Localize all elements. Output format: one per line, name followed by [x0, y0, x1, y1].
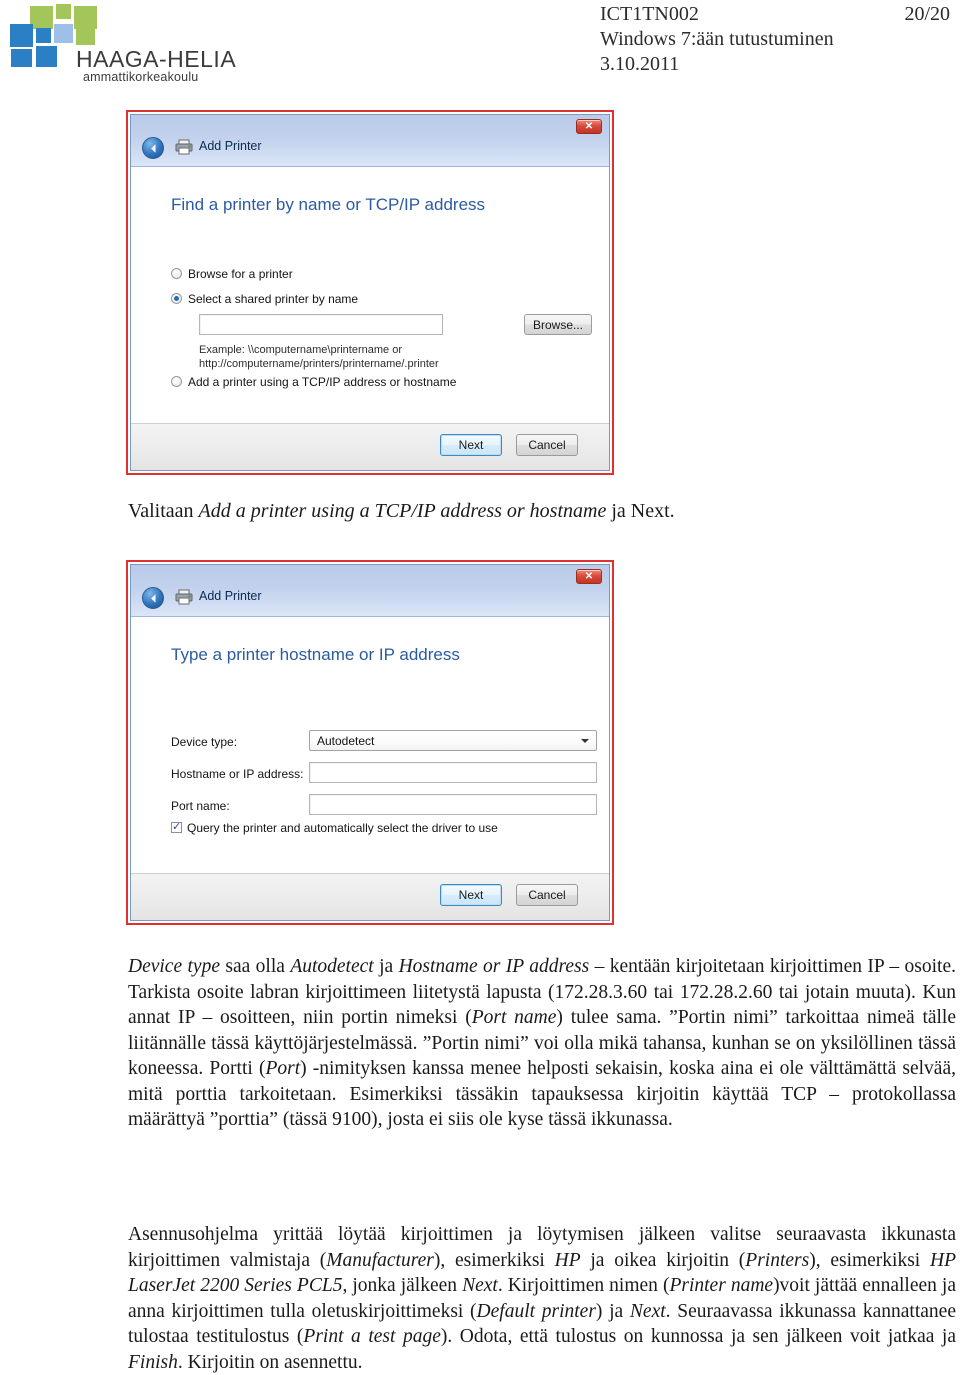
- figure-caption-1: Valitaan Add a printer using a TCP/IP ad…: [128, 498, 928, 524]
- page-number: 20/20: [904, 3, 950, 25]
- shared-printer-example-hint: Example: \\computername\printername or h…: [199, 344, 439, 370]
- hostname-input[interactable]: [309, 762, 597, 783]
- dialog-title-label: Add Printer: [199, 139, 262, 153]
- document-date: 3.10.2011: [600, 53, 680, 75]
- caption-emphasis: Add a printer using a TCP/IP address or …: [198, 500, 607, 522]
- cancel-label: Cancel: [528, 888, 566, 902]
- shared-printer-name-input[interactable]: [199, 314, 443, 335]
- radio-select-shared-printer[interactable]: Select a shared printer by name: [171, 292, 358, 306]
- dialog-inner-frame: Add Printer ✕ Find a printer by name or …: [130, 114, 610, 471]
- dialog-footer: Next Cancel: [131, 873, 609, 920]
- page-header: HAAGA-HELIA ammattikorkeakoulu ICT1TN002…: [0, 0, 960, 95]
- dialog-title-bar: Add Printer ✕: [131, 115, 609, 167]
- printer-icon: [175, 589, 193, 605]
- radio-browse-for-printer[interactable]: Browse for a printer: [171, 267, 293, 281]
- dialog-footer: Next Cancel: [131, 423, 609, 470]
- browse-button[interactable]: Browse...: [524, 314, 592, 335]
- dialog-inner-frame: Add Printer ✕ Type a printer hostname or…: [130, 564, 610, 921]
- document-header-info: ICT1TN002 20/20 Windows 7:ään tutustumin…: [600, 2, 950, 77]
- next-button[interactable]: Next: [440, 434, 502, 456]
- query-printer-label: Query the printer and automatically sele…: [187, 821, 498, 835]
- dialog-body: Type a printer hostname or IP address De…: [131, 617, 609, 873]
- caption-pre: Valitaan: [128, 500, 199, 522]
- course-code: ICT1TN002: [600, 3, 699, 25]
- dialog-body: Find a printer by name or TCP/IP address…: [131, 167, 609, 423]
- device-type-value: Autodetect: [317, 734, 375, 748]
- document-title: Windows 7:ään tutustuminen: [600, 28, 834, 50]
- close-glyph: ✕: [584, 120, 594, 132]
- logo-name: HAAGA-HELIA: [76, 46, 237, 72]
- device-type-label: Device type:: [171, 735, 238, 749]
- caption-post: ja Next.: [606, 500, 675, 522]
- course-code-line: ICT1TN002 20/20: [600, 2, 950, 27]
- chevron-down-icon: [581, 739, 589, 743]
- hostname-label: Hostname or IP address:: [171, 767, 304, 781]
- close-icon[interactable]: ✕: [576, 569, 602, 584]
- printer-icon: [175, 139, 193, 155]
- cancel-button[interactable]: Cancel: [516, 884, 578, 906]
- radio-indicator: [171, 376, 182, 387]
- next-label: Next: [458, 888, 484, 902]
- dialog-heading: Find a printer by name or TCP/IP address: [171, 195, 486, 214]
- checkbox-indicator: [171, 820, 182, 833]
- add-printer-dialog-find[interactable]: Add Printer ✕ Find a printer by name or …: [126, 110, 614, 475]
- add-printer-dialog-hostname[interactable]: Add Printer ✕ Type a printer hostname or…: [126, 560, 614, 925]
- next-button[interactable]: Next: [440, 884, 502, 906]
- logo-subtitle: ammattikorkeakoulu: [83, 70, 199, 84]
- radio-add-printer-tcpip[interactable]: Add a printer using a TCP/IP address or …: [171, 375, 456, 389]
- port-name-label: Port name:: [171, 799, 230, 813]
- query-printer-checkbox[interactable]: Query the printer and automatically sele…: [171, 820, 498, 835]
- back-arrow-icon[interactable]: [142, 137, 164, 159]
- haaga-helia-logo: HAAGA-HELIA ammattikorkeakoulu: [8, 4, 236, 86]
- cancel-button[interactable]: Cancel: [516, 434, 578, 456]
- close-icon[interactable]: ✕: [576, 119, 602, 134]
- close-glyph: ✕: [584, 570, 594, 582]
- logo-squares-icon: [8, 4, 158, 67]
- radio-label: Select a shared printer by name: [188, 292, 359, 306]
- paragraph-2: Asennusohjelma yrittää löytää kirjoittim…: [128, 1224, 957, 1373]
- radio-label: Add a printer using a TCP/IP address or …: [188, 375, 457, 389]
- dialog-title-bar: Add Printer ✕: [131, 565, 609, 617]
- radio-label: Browse for a printer: [188, 267, 293, 281]
- radio-indicator: [171, 268, 182, 279]
- cancel-label: Cancel: [528, 438, 566, 452]
- paragraph-1: Device type saa olla Autodetect ja Hostn…: [128, 956, 957, 1130]
- next-label: Next: [458, 438, 484, 452]
- back-arrow-icon[interactable]: [142, 587, 164, 609]
- dialog-heading: Type a printer hostname or IP address: [171, 645, 460, 664]
- device-type-select[interactable]: Autodetect: [309, 730, 597, 751]
- dialog-title-label: Add Printer: [199, 589, 262, 603]
- radio-indicator: [171, 293, 182, 304]
- port-name-input[interactable]: [309, 794, 597, 815]
- browse-label: Browse...: [532, 317, 583, 332]
